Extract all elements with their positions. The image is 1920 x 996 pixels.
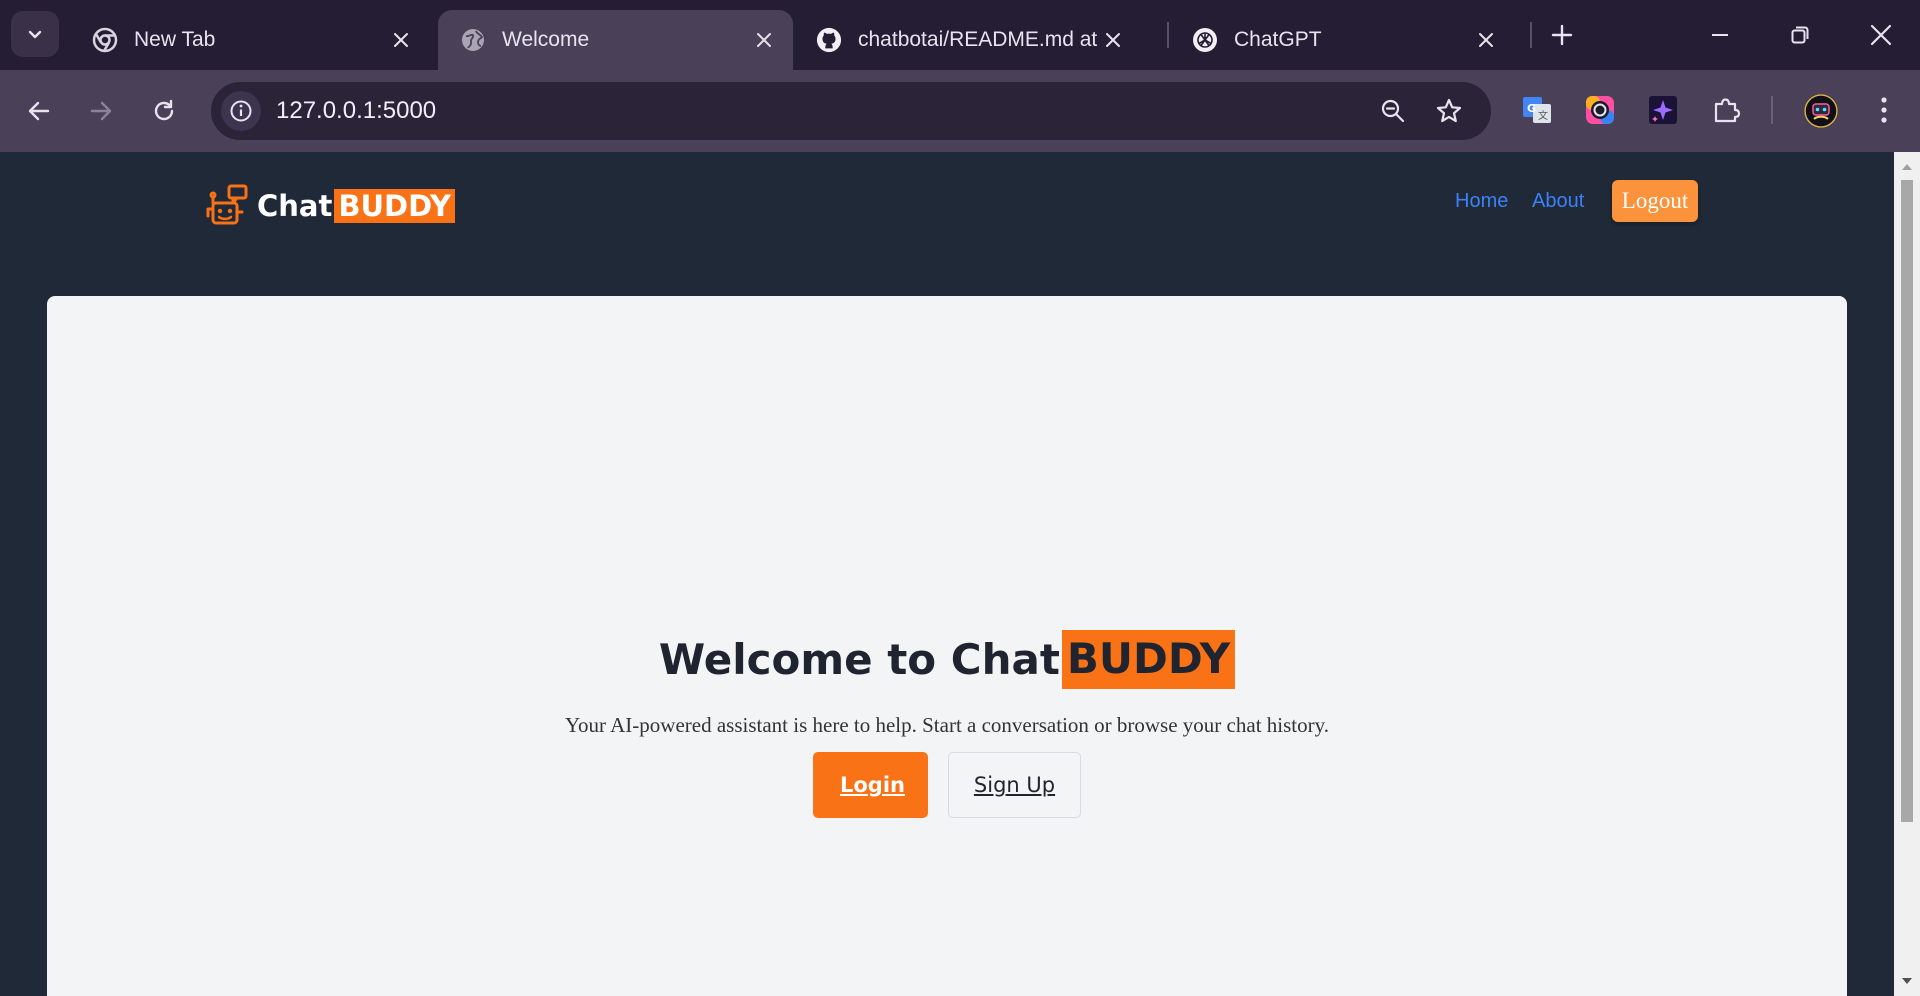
- toolbar-separator: [1771, 96, 1773, 124]
- new-tab-button[interactable]: [1545, 18, 1579, 52]
- puzzle-icon: [1714, 98, 1741, 123]
- openai-icon: [1192, 27, 1218, 53]
- nav-about-link[interactable]: About: [1532, 190, 1584, 213]
- plus-icon: [1551, 24, 1573, 46]
- tab-search-button[interactable]: [11, 11, 59, 57]
- extension-google-translate[interactable]: G文: [1519, 92, 1555, 128]
- login-button[interactable]: Login: [813, 752, 928, 818]
- tab-title: ChatGPT: [1234, 28, 1322, 51]
- minimize-button[interactable]: [1690, 10, 1750, 60]
- title-prefix: Welcome to Chat: [658, 635, 1060, 684]
- translate-icon: G文: [1523, 97, 1551, 123]
- signup-button[interactable]: Sign Up: [948, 752, 1081, 818]
- close-tab-icon[interactable]: [749, 25, 779, 55]
- reload-button[interactable]: [144, 91, 184, 131]
- arrow-right-icon: [90, 101, 112, 121]
- bookmark-button[interactable]: [1433, 95, 1465, 127]
- svg-text:G: G: [1527, 102, 1536, 115]
- sparkle-icon: [1649, 96, 1677, 124]
- site-info-button[interactable]: [221, 91, 261, 131]
- tab-title: Welcome: [502, 28, 590, 51]
- title-highlight: BUDDY: [1061, 630, 1236, 689]
- brand-logo[interactable]: Chat BUDDY: [205, 184, 456, 228]
- kebab-menu-icon: [1881, 97, 1887, 123]
- extensions-menu-button[interactable]: [1708, 92, 1744, 128]
- chrome-icon: [92, 27, 118, 53]
- close-window-button[interactable]: [1851, 10, 1911, 60]
- avatar: [1804, 94, 1838, 128]
- globe-icon: [460, 27, 486, 53]
- nav-home-link[interactable]: Home: [1455, 190, 1508, 213]
- scroll-up-arrow-icon[interactable]: [1902, 162, 1912, 172]
- close-tab-icon[interactable]: [386, 25, 416, 55]
- tab-title: chatbotai/README.md at main: [858, 28, 1098, 51]
- restore-button[interactable]: [1770, 10, 1830, 60]
- scroll-down-arrow-icon[interactable]: [1902, 976, 1912, 986]
- hero-subtitle: Your AI-powered assistant is here to hel…: [564, 713, 1329, 737]
- chevron-down-icon: [28, 30, 42, 39]
- close-tab-icon[interactable]: [1471, 25, 1501, 55]
- hero-actions: Login Sign Up: [47, 752, 1847, 818]
- page-scrollbar[interactable]: [1894, 152, 1920, 996]
- page-title: Welcome to Chat BUDDY: [658, 630, 1236, 689]
- arrow-left-icon: [28, 101, 50, 121]
- logout-button[interactable]: Logout: [1612, 180, 1698, 222]
- browser-menu-button[interactable]: [1866, 92, 1902, 128]
- address-bar[interactable]: 127.0.0.1:5000: [211, 82, 1491, 140]
- restore-icon: [1791, 26, 1809, 44]
- browser-tab-github[interactable]: chatbotai/README.md at main: [794, 10, 1149, 70]
- github-icon: [816, 27, 842, 53]
- scrollbar-thumb[interactable]: [1901, 180, 1913, 822]
- web-page: Chat BUDDY Home About Logout Welcome to C…: [0, 152, 1894, 996]
- profile-avatar-button[interactable]: [1802, 92, 1840, 130]
- extension-color-picker[interactable]: [1582, 92, 1618, 128]
- close-tab-icon[interactable]: [1098, 25, 1128, 55]
- brand-prefix: Chat: [257, 189, 333, 223]
- reload-icon: [154, 99, 174, 121]
- info-icon: [230, 100, 252, 122]
- tab-separator: [1167, 22, 1169, 48]
- zoom-out-icon: [1381, 99, 1405, 123]
- extension-ai-sparkle[interactable]: [1645, 92, 1681, 128]
- tab-title: New Tab: [134, 28, 216, 51]
- browser-tab-chatgpt[interactable]: ChatGPT: [1170, 10, 1515, 70]
- minimize-icon: [1712, 34, 1728, 36]
- hero-section: Welcome to Chat BUDDY Your AI-powered ass…: [47, 630, 1847, 818]
- brand-name: Chat BUDDY: [257, 189, 456, 223]
- star-icon: [1436, 98, 1462, 123]
- browser-tab-strip: New Tab Welcome chatbotai/README.md at m…: [0, 0, 1920, 70]
- welcome-card: Welcome to Chat BUDDY Your AI-powered ass…: [47, 296, 1847, 996]
- tab-separator: [1530, 22, 1532, 48]
- brand-highlight: BUDDY: [334, 189, 456, 223]
- color-picker-icon: [1586, 96, 1614, 124]
- url-text[interactable]: 127.0.0.1:5000: [276, 97, 436, 125]
- browser-tab-welcome[interactable]: Welcome: [438, 10, 793, 70]
- back-button[interactable]: [19, 91, 59, 131]
- forward-button[interactable]: [81, 91, 121, 131]
- browser-toolbar: 127.0.0.1:5000: [0, 70, 1920, 152]
- close-icon: [1870, 24, 1892, 46]
- zoom-button[interactable]: [1377, 95, 1409, 127]
- browser-tab-new-tab[interactable]: New Tab: [70, 10, 430, 70]
- svg-text:文: 文: [1538, 109, 1548, 122]
- chatbot-logo-icon: [206, 184, 248, 225]
